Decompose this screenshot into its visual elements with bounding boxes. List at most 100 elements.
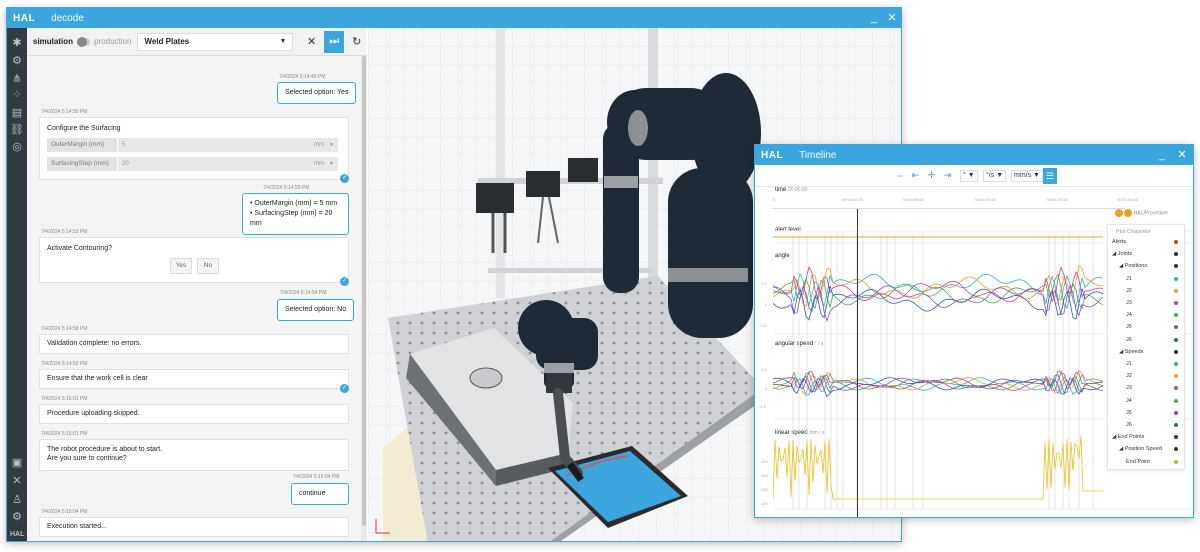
tree-icon[interactable]: ⋔ xyxy=(10,72,24,86)
hal-logo: HAL xyxy=(761,149,784,161)
plot-channel-item[interactable]: J4 xyxy=(1126,311,1182,319)
plot-channel-item[interactable]: J5 xyxy=(1126,409,1182,417)
save-icon[interactable]: ▣ xyxy=(10,456,24,470)
timestamp: 7/4/2024 5:15:01 PM xyxy=(41,396,88,402)
channel-color-dot xyxy=(1174,349,1178,354)
channel-color-dot xyxy=(1174,276,1178,281)
no-button[interactable]: No xyxy=(196,258,219,274)
channel-color-dot xyxy=(1174,313,1178,318)
time-tick: 00:00:06.00 xyxy=(903,197,925,202)
minimize-button[interactable]: _ xyxy=(865,8,883,28)
channel-color-dot xyxy=(1174,325,1178,330)
channel-color-dot xyxy=(1174,410,1178,415)
plot-channel-item[interactable]: ◢ Speeds xyxy=(1119,348,1182,356)
y-tick: 2.0 xyxy=(761,367,767,372)
channel-color-dot xyxy=(1174,264,1178,269)
user-message: Selected option: No xyxy=(277,299,355,322)
plot-channel-item[interactable]: ◢ Positions xyxy=(1119,262,1182,270)
chat-scrollbar[interactable] xyxy=(361,56,367,541)
surfacing-step-field[interactable]: 20 mm ▼ xyxy=(118,157,338,172)
time-tick: 0 xyxy=(773,197,776,202)
fit-width-icon[interactable]: ⇔ xyxy=(893,169,906,182)
plot-channel-item[interactable]: ◢ Position Speed xyxy=(1119,445,1182,453)
plot-channel-item[interactable]: J1 xyxy=(1126,275,1182,283)
procedure-select[interactable]: Weld Plates ▼ xyxy=(137,32,294,51)
channel-color-dot xyxy=(1174,398,1178,403)
simulation-toggle[interactable] xyxy=(77,36,91,47)
plot-channel-item[interactable]: J3 xyxy=(1126,384,1182,392)
procedure-toolbar: simulation production Weld Plates ▼ ✕ ⏭ … xyxy=(27,28,367,56)
plot-channel-item[interactable]: J6 xyxy=(1126,421,1182,429)
angular-speed-unit-select[interactable]: °/s ▼ xyxy=(983,170,1007,182)
y-tick: 400 xyxy=(761,459,768,464)
minimize-button[interactable]: _ xyxy=(1153,145,1171,165)
yes-button[interactable]: Yes xyxy=(170,258,192,274)
jump-start-icon[interactable]: ⇤ xyxy=(909,169,922,182)
channel-color-dot xyxy=(1174,386,1178,391)
plot-channel-item[interactable]: End Point xyxy=(1126,458,1182,466)
channel-color-dot xyxy=(1174,252,1178,257)
check-circle-icon[interactable]: ◎ xyxy=(10,140,24,154)
settings-icon[interactable]: ✱ xyxy=(10,36,24,50)
surfacing-step-label: SurfacingStep (mm) xyxy=(47,157,117,172)
plot-channel-item[interactable]: J6 xyxy=(1126,336,1182,344)
user-icon[interactable]: ♙ xyxy=(10,493,24,507)
bot-message: Procedure uploading skipped. xyxy=(39,404,349,424)
plot-channels-header: Plot Channels xyxy=(1116,229,1151,235)
step-button[interactable]: ⏭ xyxy=(323,30,345,53)
y-tick: -2.0 xyxy=(759,323,766,328)
document-icon[interactable]: ▤ xyxy=(10,106,24,120)
cursor-icon[interactable]: ✛ xyxy=(925,169,938,182)
angle-unit-select[interactable]: ° ▼ xyxy=(960,170,978,182)
plot-channel-item[interactable]: ◢ Joints xyxy=(1112,250,1182,258)
stop-button[interactable]: ✕ xyxy=(301,31,322,53)
menu-icon[interactable]: ☰ xyxy=(1043,168,1057,184)
check-icon: ✓ xyxy=(340,384,349,393)
plot-channel-item[interactable]: J4 xyxy=(1126,397,1182,405)
close-button[interactable]: ✕ xyxy=(883,8,901,28)
channel-color-dot xyxy=(1174,240,1178,244)
timestamp: 7/4/2024 5:15:04 PM xyxy=(41,509,88,515)
gear-icon[interactable]: ⚙ xyxy=(10,510,24,524)
timestamp: 7/4/2024 5:14:53 PM xyxy=(41,229,88,235)
link-icon[interactable]: ⛓ xyxy=(10,123,24,137)
reset-button[interactable]: ↻ xyxy=(346,31,367,53)
production-label: production xyxy=(94,37,132,46)
close-icon[interactable]: ✕ xyxy=(10,474,24,488)
timestamp: 7/4/2024 5:14:50 PM xyxy=(41,109,88,115)
plot-channel-item[interactable]: J2 xyxy=(1126,372,1182,380)
check-icon: ✓ xyxy=(340,277,349,286)
linear-speed-unit-select[interactable]: mm/s ▼ xyxy=(1011,170,1043,182)
close-button[interactable]: ✕ xyxy=(1173,145,1191,165)
plot-channel-item[interactable]: J1 xyxy=(1126,360,1182,368)
channel-color-dot xyxy=(1174,374,1178,379)
jump-end-icon[interactable]: ⇥ xyxy=(941,169,954,182)
outer-margin-field[interactable]: 5 mm ▼ xyxy=(118,138,338,153)
config-message: Configure the Surfacing OuterMargin (mm)… xyxy=(39,117,349,180)
question-text: Activate Contouring? xyxy=(47,245,112,252)
bot-message: The robot procedure is about to start. A… xyxy=(39,439,349,471)
plot-channel-item[interactable]: J2 xyxy=(1126,287,1182,295)
procedure-select-value: Weld Plates xyxy=(144,37,190,46)
y-tick: 300 xyxy=(761,473,768,478)
robot-arm-icon[interactable]: ⚙ xyxy=(10,54,24,68)
scatter-icon[interactable]: ⁘ xyxy=(10,88,24,102)
bot-message: Ensure that the work cell is clear xyxy=(39,369,349,389)
check-icon: ✓ xyxy=(340,174,349,183)
chat-panel: 7/4/2024 5:14:49 PM Selected option: Yes… xyxy=(27,56,367,541)
scrollbar-thumb[interactable] xyxy=(362,56,366,526)
plot-channel-item[interactable]: J5 xyxy=(1126,323,1182,331)
y-tick: 200 xyxy=(761,487,768,492)
timeline-title: Timeline xyxy=(799,149,837,161)
config-title: Configure the Surfacing xyxy=(47,125,121,132)
plot-channel-item[interactable]: Alerts xyxy=(1112,238,1182,246)
plot-channel-item[interactable]: ◢ End Points xyxy=(1112,433,1182,441)
y-tick: -2.0 xyxy=(759,404,766,409)
channel-color-dot xyxy=(1174,435,1178,440)
timestamp: 7/4/2024 5:15:04 PM xyxy=(293,474,340,480)
user-message: • OuterMargin (mm) = 5 mm • SurfacingSte… xyxy=(242,193,349,236)
timeline-titlebar: HAL Timeline _ ✕ xyxy=(755,145,1193,165)
plot-channel-item[interactable]: J3 xyxy=(1126,299,1182,307)
time-tick: 00:01:30.00 xyxy=(1047,197,1069,202)
playhead[interactable] xyxy=(857,209,858,517)
